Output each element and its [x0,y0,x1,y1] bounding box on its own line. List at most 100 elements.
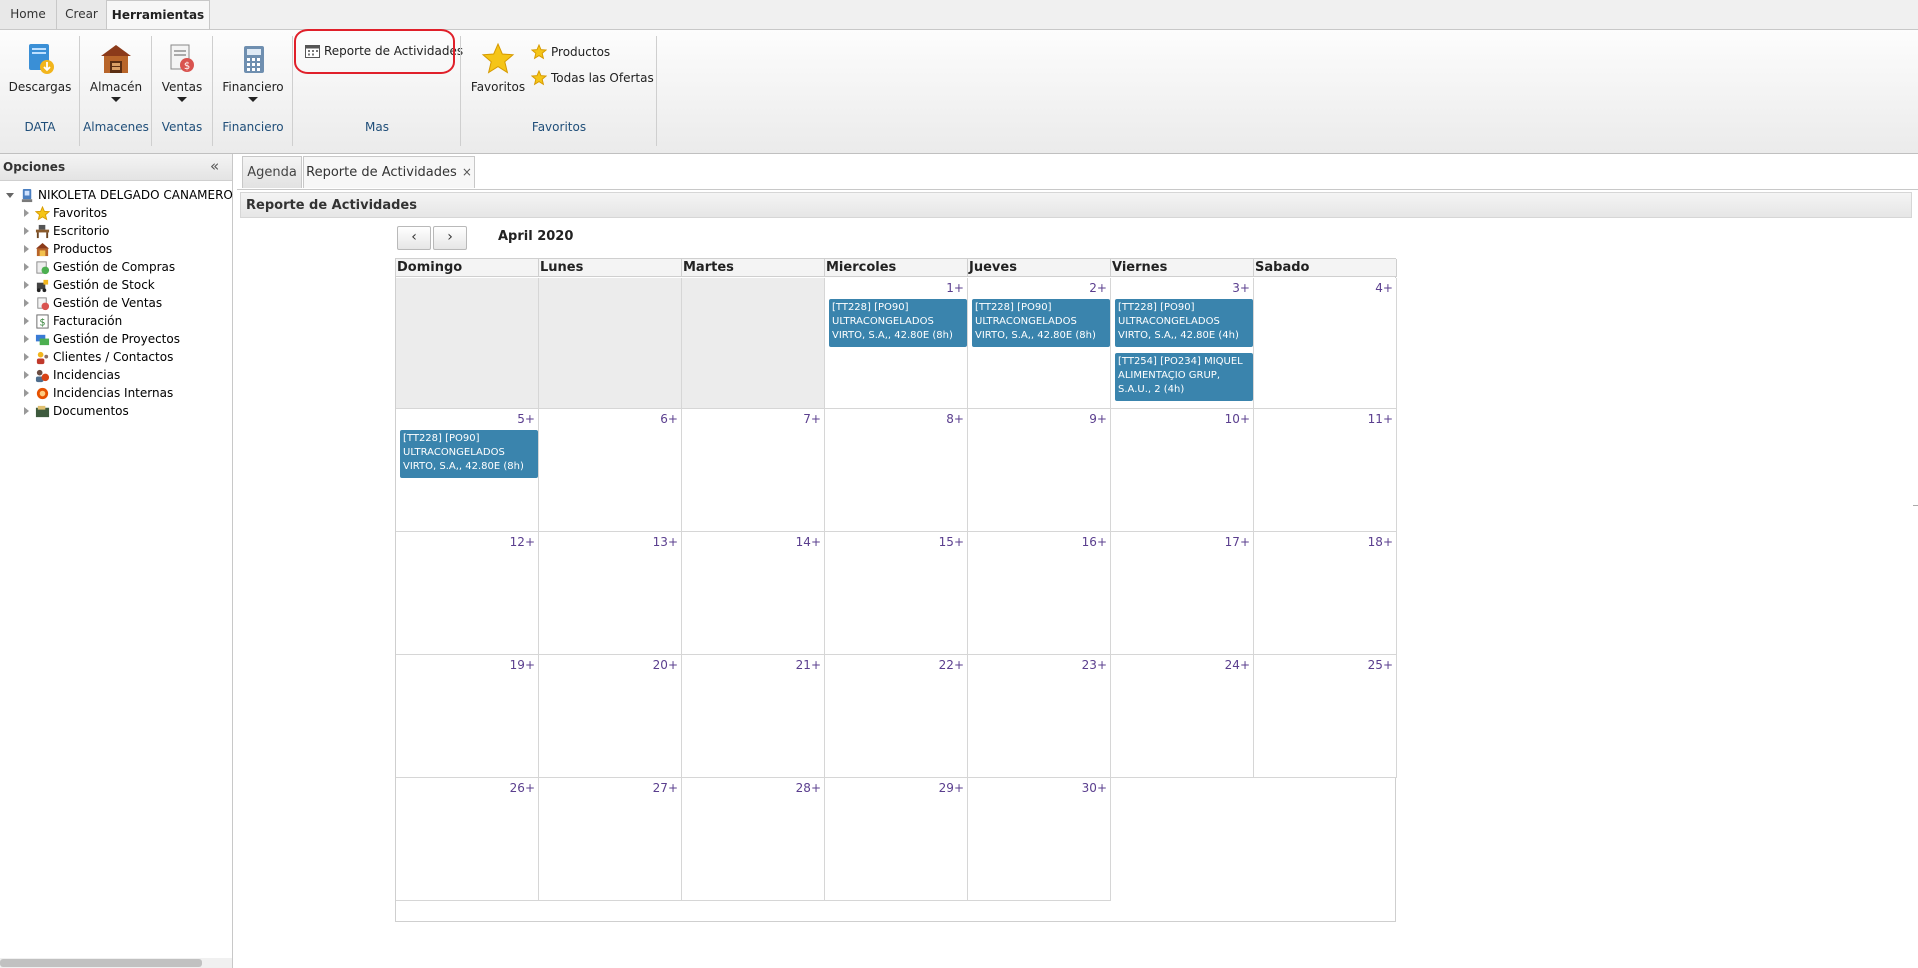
calendar-day-cell[interactable]: 10+ [1111,409,1254,532]
calendar-event[interactable]: [TT228] [PO90] ULTRACONGELADOS VIRTO, S.… [400,430,538,478]
calendar-day-cell[interactable]: 15+ [825,532,968,655]
tab-agenda[interactable]: Agenda [242,156,302,188]
calendar-day-cell[interactable]: 14+ [682,532,825,655]
scrollbar-thumb[interactable] [0,959,202,967]
calendar-day-cell[interactable]: 7+ [682,409,825,532]
calendar-day-cell[interactable]: 25+ [1254,655,1397,778]
day-number[interactable]: 14+ [796,535,821,549]
day-number[interactable]: 12+ [510,535,535,549]
calendar-day-cell[interactable]: 20+ [539,655,682,778]
day-number[interactable]: 10+ [1225,412,1250,426]
calendar-day-cell[interactable]: 17+ [1111,532,1254,655]
day-number[interactable]: 23+ [1082,658,1107,672]
calendar-day-cell[interactable]: 24+ [1111,655,1254,778]
sidebar-item-gestion-stock[interactable]: Gestión de Stock [24,276,155,294]
day-number[interactable]: 1+ [946,281,964,295]
sidebar-item-incidencias[interactable]: Incidencias [24,366,120,384]
calendar-day-cell[interactable]: 2+ [TT228] [PO90] ULTRACONGELADOS VIRTO, … [968,278,1111,409]
sidebar-item-documentos[interactable]: Documentos [24,402,129,420]
expand-arrow-icon[interactable] [24,299,29,307]
sidebar-item-gestion-proyectos[interactable]: Gestión de Proyectos [24,330,180,348]
calendar-day-cell[interactable]: 12+ [396,532,539,655]
tab-home[interactable]: Home [0,0,57,30]
expand-arrow-icon[interactable] [24,245,29,253]
tree-root[interactable]: NIKOLETA DELGADO CANAMERO (D [6,186,251,204]
sidebar-item-productos[interactable]: Productos [24,240,112,258]
calendar-day-cell[interactable]: 19+ [396,655,539,778]
day-number[interactable]: 21+ [796,658,821,672]
calendar-day-cell[interactable]: 18+ [1254,532,1397,655]
calendar-day-cell[interactable]: 23+ [968,655,1111,778]
tab-crear[interactable]: Crear [57,0,107,30]
calendar-day-cell[interactable]: 29+ [825,778,968,901]
calendar-day-cell[interactable]: 6+ [539,409,682,532]
calendar-day-cell[interactable]: 27+ [539,778,682,901]
sidebar-item-clientes-contactos[interactable]: Clientes / Contactos [24,348,173,366]
close-icon[interactable]: × [462,165,472,179]
financiero-button[interactable]: Financiero [219,42,287,102]
calendar-day-cell[interactable]: 22+ [825,655,968,778]
expand-arrow-icon[interactable] [24,335,29,343]
day-number[interactable]: 3+ [1232,281,1250,295]
sidebar-item-gestion-ventas[interactable]: Gestión de Ventas [24,294,162,312]
sidebar-item-gestion-compras[interactable]: Gestión de Compras [24,258,175,276]
ventas-button[interactable]: $ Ventas [157,42,207,102]
day-number[interactable]: 26+ [510,781,535,795]
day-number[interactable]: 27+ [653,781,678,795]
tab-herramientas[interactable]: Herramientas [106,0,210,31]
calendar-event[interactable]: [TT228] [PO90] ULTRACONGELADOS VIRTO, S.… [1115,299,1253,347]
day-number[interactable]: 25+ [1368,658,1393,672]
day-number[interactable]: 19+ [510,658,535,672]
calendar-day-cell[interactable]: 4+ [1254,278,1397,409]
next-month-button[interactable]: › [433,226,467,250]
favoritos-button[interactable]: Favoritos [470,42,526,94]
day-number[interactable]: 17+ [1225,535,1250,549]
calendar-day-cell[interactable]: 9+ [968,409,1111,532]
calendar-day-cell[interactable]: 8+ [825,409,968,532]
expand-arrow-icon[interactable] [24,407,29,415]
day-number[interactable]: 16+ [1082,535,1107,549]
day-number[interactable]: 20+ [653,658,678,672]
prev-month-button[interactable]: ‹ [397,226,431,250]
day-number[interactable]: 6+ [660,412,678,426]
day-number[interactable]: 24+ [1225,658,1250,672]
day-number[interactable]: 18+ [1368,535,1393,549]
productos-favorito-button[interactable]: Productos [531,44,610,60]
sidebar-item-escritorio[interactable]: Escritorio [24,222,109,240]
calendar-day-cell[interactable]: 13+ [539,532,682,655]
day-number[interactable]: 4+ [1375,281,1393,295]
sidebar-item-facturacion[interactable]: $ Facturación [24,312,122,330]
todas-ofertas-button[interactable]: Todas las Ofertas [531,70,654,86]
calendar-day-cell[interactable]: 11+ [1254,409,1397,532]
day-number[interactable]: 13+ [653,535,678,549]
day-number[interactable]: 30+ [1082,781,1107,795]
expand-arrow-icon[interactable] [24,227,29,235]
expand-arrow-icon[interactable] [24,281,29,289]
expand-arrow-icon[interactable] [24,371,29,379]
day-number[interactable]: 2+ [1089,281,1107,295]
day-number[interactable]: 9+ [1089,412,1107,426]
expand-arrow-icon[interactable] [24,209,29,217]
calendar-day-cell[interactable]: 5+ [TT228] [PO90] ULTRACONGELADOS VIRTO, … [396,409,539,532]
calendar-day-cell[interactable]: 30+ [968,778,1111,901]
calendar-day-cell[interactable]: 26+ [396,778,539,901]
day-number[interactable]: 7+ [803,412,821,426]
sidebar-item-favoritos[interactable]: Favoritos [24,204,107,222]
calendar-event[interactable]: [TT228] [PO90] ULTRACONGELADOS VIRTO, S.… [829,299,967,347]
tab-reporte-actividades[interactable]: Reporte de Actividades × [303,156,475,188]
day-number[interactable]: 29+ [939,781,964,795]
day-number[interactable]: 11+ [1368,412,1393,426]
horizontal-scrollbar[interactable] [0,958,232,968]
calendar-event[interactable]: [TT228] [PO90] ULTRACONGELADOS VIRTO, S.… [972,299,1110,347]
calendar-day-cell[interactable]: 28+ [682,778,825,901]
calendar-day-cell[interactable]: 1+ [TT228] [PO90] ULTRACONGELADOS VIRTO, … [825,278,968,409]
expand-arrow-icon[interactable] [6,192,14,198]
calendar-day-cell[interactable]: 21+ [682,655,825,778]
calendar-day-cell[interactable]: 16+ [968,532,1111,655]
descargas-button[interactable]: Descargas [8,42,72,94]
day-number[interactable]: 15+ [939,535,964,549]
calendar-event[interactable]: [TT254] [PO234] MIQUEL ALIMENTAÇIO GRUP,… [1115,353,1253,401]
calendar-day-cell[interactable]: 3+ [TT228] [PO90] ULTRACONGELADOS VIRTO, … [1111,278,1254,409]
expand-arrow-icon[interactable] [24,263,29,271]
day-number[interactable]: 28+ [796,781,821,795]
